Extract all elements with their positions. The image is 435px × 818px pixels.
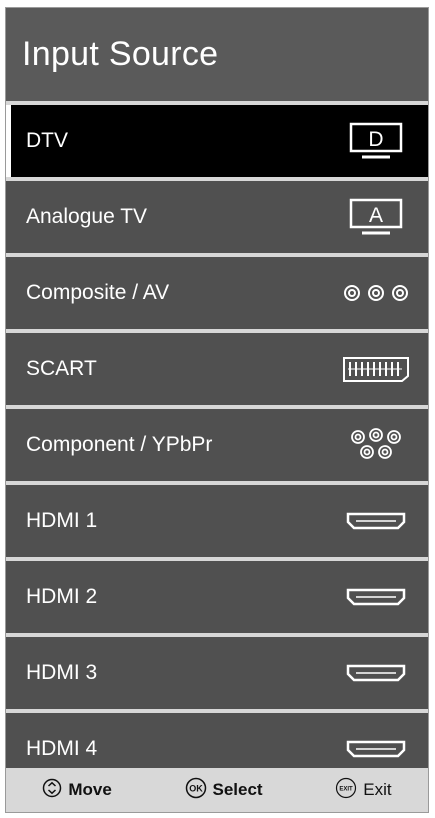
move-hint: Move [42, 778, 112, 803]
page-title: Input Source [22, 35, 219, 73]
source-item-hdmi-2[interactable]: HDMI 2 [6, 561, 428, 633]
source-label: HDMI 4 [26, 737, 98, 760]
up-down-icon [42, 778, 62, 803]
source-label: HDMI 3 [26, 661, 98, 684]
analogue-tv-icon: A [340, 197, 412, 237]
source-item-dtv[interactable]: DTV D [6, 105, 428, 177]
select-hint: OK Select [185, 777, 263, 804]
source-label: SCART [26, 357, 97, 380]
source-label: Composite / AV [26, 281, 170, 304]
hdmi-icon [340, 729, 412, 769]
move-label: Move [68, 780, 112, 799]
source-list: DTV D Analogue TV A Composite / AV SCART… [6, 101, 428, 785]
component-icon [340, 425, 412, 465]
input-source-menu: Input Source DTV D Analogue TV A Composi… [5, 7, 429, 813]
menu-header: Input Source [6, 8, 428, 101]
source-item-composite[interactable]: Composite / AV [6, 257, 428, 329]
svg-text:D: D [368, 128, 383, 151]
source-label: HDMI 1 [26, 509, 98, 532]
select-label: Select [212, 780, 263, 799]
exit-hint: EXIT Exit [335, 777, 392, 804]
source-item-hdmi-1[interactable]: HDMI 1 [6, 485, 428, 557]
svg-text:A: A [369, 204, 383, 227]
source-label: HDMI 2 [26, 585, 98, 608]
hdmi-icon [340, 501, 412, 541]
source-label: Analogue TV [26, 205, 148, 228]
hdmi-icon [340, 577, 412, 617]
source-item-component[interactable]: Component / YPbPr [6, 409, 428, 481]
svg-text:EXIT: EXIT [340, 786, 354, 792]
ok-icon: OK [185, 777, 207, 804]
hdmi-icon [340, 653, 412, 693]
source-item-analogue-tv[interactable]: Analogue TV A [6, 181, 428, 253]
source-label: Component / YPbPr [26, 433, 213, 456]
source-item-hdmi-3[interactable]: HDMI 3 [6, 637, 428, 709]
dtv-icon: D [340, 121, 412, 161]
composite-icon [340, 273, 412, 313]
exit-label: Exit [363, 780, 392, 799]
source-label: DTV [26, 129, 68, 152]
svg-text:OK: OK [189, 783, 203, 793]
footer-hints: Move OK Select EXIT Exit [6, 768, 428, 812]
scart-icon [340, 349, 412, 389]
source-item-scart[interactable]: SCART [6, 333, 428, 405]
exit-icon: EXIT [335, 777, 357, 804]
